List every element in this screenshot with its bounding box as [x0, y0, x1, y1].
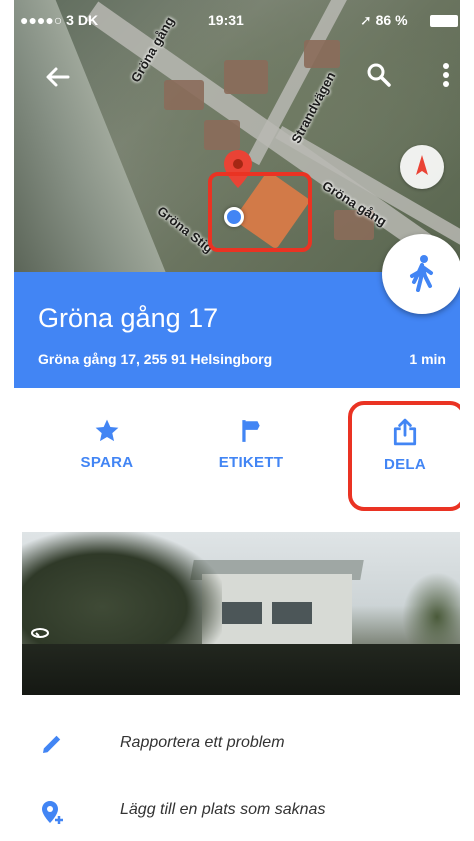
label-label: ETIKETT: [218, 454, 284, 471]
map-building: [204, 120, 240, 150]
carrier-label: ●●●●○ 3 DK: [20, 12, 99, 28]
battery-icon: [430, 15, 458, 27]
battery-label: 86 %: [375, 12, 408, 28]
status-bar: ●●●●○ 3 DK 19:31 ➚ 86 %: [14, 0, 460, 40]
pencil-icon: [43, 735, 61, 753]
back-arrow-icon[interactable]: [44, 64, 70, 95]
place-title: Gröna gång 17: [38, 303, 219, 333]
map-building: [164, 80, 204, 110]
street-view-360-icon: [30, 626, 50, 644]
place-address: Gröna gång 17, 255 91 Helsingborg: [38, 351, 273, 367]
add-place-icon: [42, 801, 63, 824]
more-vertical-icon[interactable]: [442, 62, 450, 93]
save-button[interactable]: SPARA: [52, 418, 162, 471]
compass-button[interactable]: [400, 145, 444, 189]
report-problem-item[interactable]: Rapportera ett problem: [14, 714, 460, 774]
highlight-box-pin: [208, 172, 312, 252]
flag-icon: [242, 420, 260, 442]
add-missing-place-label: Lägg till en plats som saknas: [120, 801, 326, 818]
photo-window: [222, 602, 262, 624]
photo-hedge: [22, 644, 460, 695]
compass-icon: [416, 155, 428, 175]
report-problem-label: Rapportera ett problem: [120, 734, 285, 751]
walking-directions-button[interactable]: [382, 234, 460, 314]
photo-window: [272, 602, 312, 624]
highlight-box-share: [348, 401, 460, 511]
walking-person-icon: [410, 255, 433, 292]
battery-percent: ➚ 86 %: [360, 12, 408, 29]
map-building: [224, 60, 268, 94]
clock: 19:31: [208, 12, 244, 28]
star-icon: [95, 419, 119, 442]
add-missing-place-item[interactable]: Lägg till en plats som saknas: [14, 781, 460, 841]
street-view-photo[interactable]: [22, 532, 460, 695]
phone-screen: Gröna gång Strandvägen Gröna gång Gröna …: [14, 0, 460, 841]
search-icon[interactable]: [366, 62, 392, 93]
save-label: SPARA: [80, 454, 134, 471]
label-button[interactable]: ETIKETT: [196, 418, 306, 471]
map-view[interactable]: Gröna gång Strandvägen Gröna gång Gröna …: [14, 0, 460, 272]
travel-time: 1 min: [409, 351, 446, 367]
location-arrow-icon: ➚: [360, 12, 372, 28]
map-building: [304, 40, 340, 68]
street-label: Gröna Stig: [154, 203, 217, 256]
